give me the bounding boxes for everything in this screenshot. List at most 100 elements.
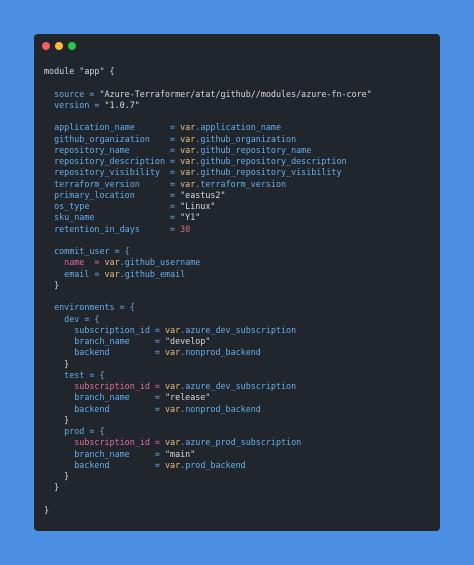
code-token: .application_name — [195, 122, 281, 133]
code-token: test = { — [44, 369, 105, 380]
window-controls — [42, 42, 76, 50]
code-token: terraform_version = — [44, 178, 181, 189]
code-token: "Azure-Terraformer/atat/github//modules/… — [99, 88, 372, 99]
code-token: source = — [44, 88, 100, 99]
code-token: branch_name = — [44, 448, 166, 459]
code-line: } — [44, 471, 372, 482]
code-line: } — [44, 415, 372, 426]
code-line: backend = var.nonprod_backend — [44, 347, 372, 358]
code-token: "develop" — [165, 336, 211, 346]
code-token: var — [165, 437, 181, 448]
code-line: subscription_id = var.azure_dev_subscrip… — [44, 325, 372, 336]
code-token: var — [180, 156, 196, 166]
code-line: backend = var.nonprod_backend — [44, 404, 372, 415]
code-line: } — [44, 280, 372, 291]
code-line: } — [44, 505, 372, 516]
code-line: repository_visibility = var.github_repos… — [44, 167, 372, 178]
code-token: prod = { — [44, 426, 105, 436]
code-line: email = var.github_email — [44, 269, 372, 280]
code-token: subscription_id = — [44, 437, 166, 448]
code-token: commit_user = { — [44, 246, 130, 256]
code-token: .github_repository_visibility — [195, 167, 342, 178]
code-token: .github_repository_name — [195, 144, 312, 155]
code-token: var — [180, 144, 196, 155]
code-token: .azure_prod_subscription — [180, 437, 302, 448]
code-token: github_organization = — [44, 133, 181, 144]
code-token: } — [44, 358, 70, 369]
code-token: version = — [44, 99, 105, 110]
code-line: source = "Azure-Terraformer/atat/github/… — [44, 89, 372, 100]
code-line: } — [44, 359, 372, 370]
code-token: } — [44, 279, 60, 290]
code-token: subscription_id = — [44, 324, 166, 335]
code-token: } — [44, 471, 70, 481]
code-token: os_type = — [44, 201, 181, 211]
code-token: var — [165, 324, 181, 335]
code-line: backend = var.prod_backend — [44, 460, 372, 471]
code-token: .azure_dev_subscription — [180, 381, 297, 391]
code-token: .github_repository_description — [195, 156, 347, 166]
code-token: var — [165, 459, 181, 470]
code-token: 30 — [180, 223, 191, 234]
code-token: branch_name = — [44, 336, 166, 346]
code-token: "1.0.7" — [104, 99, 140, 110]
code-token: var — [180, 167, 196, 178]
code-line: module "app" { — [44, 66, 372, 77]
maximize-dot-icon[interactable] — [68, 42, 76, 50]
code-line: primary_location = "eastus2" — [44, 190, 372, 201]
code-line: test = { — [44, 370, 372, 381]
code-line: github_organization = var.github_organiz… — [44, 134, 372, 145]
code-token: "eastus2" — [180, 189, 226, 200]
code-line: retention_in_days = 30 — [44, 224, 372, 235]
code-line: branch_name = "main" — [44, 449, 372, 460]
code-token: } — [44, 504, 50, 515]
code-token: .nonprod_backend — [180, 403, 261, 414]
code-token: .github_organization — [195, 133, 297, 144]
code-line: dev = { — [44, 314, 372, 325]
code-token: backend = — [44, 347, 166, 358]
code-block: module "app" { source = "Azure-Terraform… — [44, 66, 372, 516]
code-token: "main" — [165, 448, 196, 459]
code-line: } — [44, 482, 372, 493]
code-token: primary_location = — [44, 189, 181, 200]
code-line: repository_name = var.github_repository_… — [44, 145, 372, 156]
code-token: email = — [44, 268, 105, 279]
code-token: environments = { — [44, 302, 135, 313]
code-token: name = — [44, 257, 105, 268]
minimize-dot-icon[interactable] — [55, 42, 63, 50]
code-line: environments = { — [44, 302, 372, 313]
code-token: var — [180, 178, 196, 189]
code-line: terraform_version = var.terraform_versio… — [44, 179, 372, 190]
code-line: sku_name = "Y1" — [44, 212, 372, 223]
code-line: commit_user = { — [44, 246, 372, 257]
code-line: application_name = var.application_name — [44, 122, 372, 133]
code-line: subscription_id = var.azure_prod_subscri… — [44, 437, 372, 448]
code-window: module "app" { source = "Azure-Terraform… — [34, 34, 440, 531]
code-token: .github_username — [119, 257, 201, 268]
code-line: os_type = "Linux" — [44, 201, 372, 212]
code-token: repository_description = — [44, 156, 181, 166]
code-token: dev = { — [44, 313, 100, 324]
code-token: .nonprod_backend — [180, 347, 261, 358]
code-token: .github_email — [119, 268, 186, 279]
code-line: subscription_id = var.azure_dev_subscrip… — [44, 381, 372, 392]
code-line: name = var.github_username — [44, 257, 372, 268]
code-token: var — [165, 347, 181, 358]
code-token: repository_visibility = — [44, 167, 181, 178]
code-token: } — [44, 482, 60, 493]
code-token: var — [165, 403, 181, 414]
code-token: var — [165, 381, 181, 391]
close-dot-icon[interactable] — [42, 42, 50, 50]
code-line: version = "1.0.7" — [44, 100, 372, 111]
code-token: module "app" { — [44, 66, 115, 76]
code-token: .prod_backend — [180, 459, 246, 470]
code-line: branch_name = "release" — [44, 392, 372, 403]
code-token: } — [44, 414, 70, 425]
code-line: prod = { — [44, 426, 372, 437]
code-token: var — [104, 257, 120, 268]
code-token: "release" — [165, 392, 211, 403]
